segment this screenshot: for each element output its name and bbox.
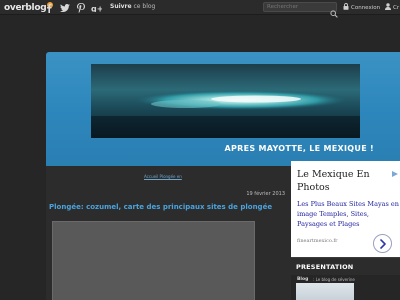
- facebook-icon[interactable]: [43, 2, 54, 13]
- login-label: Connexion: [351, 4, 381, 11]
- twitter-icon[interactable]: [59, 2, 70, 13]
- post-map-image[interactable]: [52, 221, 255, 300]
- sidebar-blog-tag: Blog: [297, 277, 309, 282]
- chevron-right-icon: [379, 234, 387, 253]
- author-avatar[interactable]: [296, 283, 354, 300]
- breadcrumb[interactable]: Accueil Plongée en: [144, 174, 182, 179]
- ad-url: fineartmexico.fr: [297, 238, 338, 244]
- blog-title[interactable]: APRES MAYOTTE, LE MEXIQUE !: [224, 144, 374, 153]
- main-content: Accueil Plongée en 19 février 2013 Plong…: [46, 166, 291, 300]
- ad-open-button[interactable]: [373, 234, 392, 253]
- login-link[interactable]: Connexion: [343, 3, 380, 12]
- sidebar-blog-description: : Le blog de séverine: [313, 277, 355, 282]
- svg-text:g+: g+: [91, 4, 102, 12]
- create-label: Cr: [393, 4, 400, 11]
- top-bar: overblog g+ Suivre ce blog Connexion Cr: [0, 0, 400, 18]
- social-links: g+: [43, 2, 102, 13]
- sidebar-section-header: PRESENTATION: [291, 257, 400, 275]
- ad-description: Les Plus Beaux Sites Mayas en image Temp…: [297, 200, 399, 228]
- post-date: 19 février 2013: [246, 191, 285, 197]
- sidebar-section-title: PRESENTATION: [296, 263, 354, 271]
- create-blog-link[interactable]: Cr: [385, 3, 399, 12]
- google-plus-icon[interactable]: g+: [91, 2, 102, 13]
- follow-label: Suivre: [110, 3, 132, 10]
- user-icon: [385, 3, 391, 12]
- search-input[interactable]: [263, 2, 337, 12]
- header-banner-image: [91, 64, 360, 138]
- follow-blog-link[interactable]: Suivre ce blog: [110, 3, 155, 10]
- search-icon[interactable]: [330, 3, 338, 18]
- pinterest-icon[interactable]: [75, 2, 86, 13]
- follow-suffix: ce blog: [131, 3, 156, 10]
- logo-text: overblog: [4, 2, 47, 13]
- post-title[interactable]: Plongée: cozumel, carte des principaux s…: [49, 203, 272, 211]
- lock-icon: [343, 3, 349, 12]
- blog-header: APRES MAYOTTE, LE MEXIQUE !: [46, 52, 400, 166]
- ad-title[interactable]: Le Mexique En Photos: [297, 168, 397, 194]
- sidebar-presentation: Blog : Le blog de séverine: [291, 275, 400, 300]
